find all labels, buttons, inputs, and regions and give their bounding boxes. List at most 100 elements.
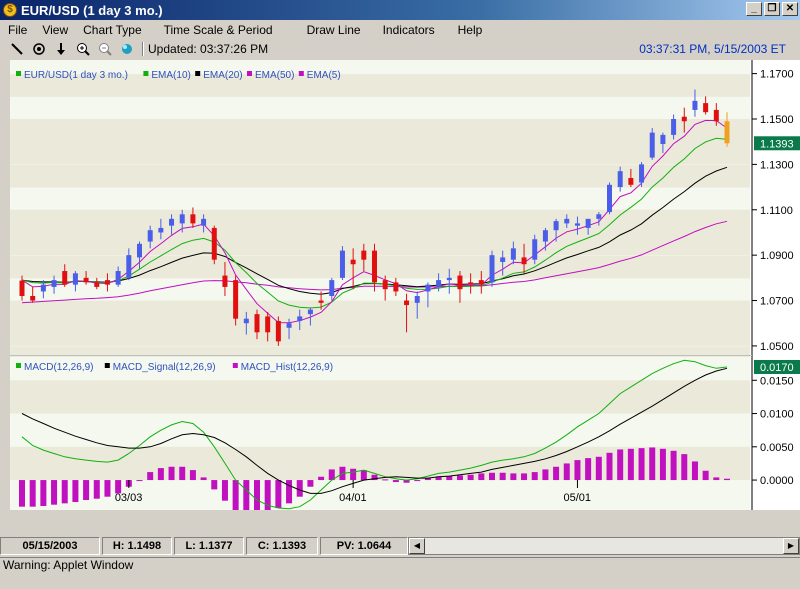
candle-body bbox=[243, 318, 249, 324]
macd-legend-swatch bbox=[232, 363, 238, 368]
menu-draw-line[interactable]: Draw Line bbox=[273, 23, 361, 37]
candle-body bbox=[564, 218, 570, 224]
macd-hist-bar bbox=[392, 480, 399, 483]
macd-hist-bar bbox=[232, 480, 239, 510]
candle-body bbox=[542, 230, 548, 242]
candle-body bbox=[382, 280, 388, 290]
candle-body bbox=[372, 250, 377, 283]
globe-icon[interactable] bbox=[116, 41, 138, 57]
horizontal-scrollbar[interactable]: ◀ ▶ bbox=[408, 537, 800, 555]
draw-line-icon[interactable] bbox=[6, 41, 28, 57]
candle-body bbox=[201, 218, 207, 226]
macd-hist-bar bbox=[478, 473, 485, 481]
scroll-right-button[interactable]: ▶ bbox=[783, 538, 799, 554]
macd-hist-bar bbox=[93, 480, 100, 499]
chart-svg[interactable]: 1.1700 1.1500 1.1300 1.1100 1.0900 1.0700 1.05… bbox=[10, 60, 800, 515]
candle-body bbox=[607, 184, 612, 213]
candle-body bbox=[510, 248, 516, 260]
macd-hist-bar bbox=[724, 478, 730, 481]
macd-hist-bar bbox=[681, 454, 688, 481]
macd-hist-bar bbox=[414, 480, 421, 482]
maximize-button[interactable]: ❐ bbox=[764, 2, 780, 16]
macd-hist-bar bbox=[553, 466, 560, 481]
candle-body bbox=[532, 239, 538, 260]
macd-hist-bar bbox=[489, 472, 495, 481]
last-macd-label: 0.0170 bbox=[760, 362, 794, 374]
macd-hist-bar bbox=[606, 452, 613, 481]
macd-hist-bar bbox=[254, 480, 260, 515]
macd-hist-bar bbox=[168, 466, 175, 481]
price-band bbox=[10, 300, 750, 346]
macd-hist-bar bbox=[243, 480, 250, 514]
legend-swatch bbox=[247, 71, 252, 76]
close-button[interactable]: ✕ bbox=[782, 2, 798, 16]
macd-legend-label: MACD_Hist(12,26,9) bbox=[241, 362, 333, 373]
applet-warning: Warning: Applet Window bbox=[0, 557, 800, 573]
macd-hist-bar bbox=[627, 448, 634, 481]
candle-body bbox=[703, 103, 709, 113]
scroll-left-button[interactable]: ◀ bbox=[409, 538, 425, 554]
macd-hist-bar bbox=[318, 476, 325, 481]
macd-hist-bar bbox=[670, 450, 677, 481]
zoom-out-icon[interactable] bbox=[94, 41, 116, 57]
candle-body bbox=[414, 296, 420, 303]
macd-hist-bar bbox=[499, 472, 506, 481]
candle-body bbox=[62, 271, 68, 285]
menu-indicators[interactable]: Indicators bbox=[361, 23, 435, 37]
candle-body bbox=[158, 227, 164, 233]
zoom-in-icon[interactable] bbox=[72, 41, 94, 57]
macd-hist-bar bbox=[51, 480, 58, 505]
app-icon: $ bbox=[3, 3, 17, 17]
macd-hist-bar bbox=[595, 456, 602, 481]
candle-body bbox=[233, 280, 239, 319]
crosshair-icon[interactable] bbox=[28, 41, 50, 57]
candle-body bbox=[51, 280, 57, 287]
legend-label: EMA(5) bbox=[307, 70, 341, 81]
candle-body bbox=[574, 223, 580, 226]
macd-hist-bar bbox=[136, 480, 143, 482]
macd-hist-bar bbox=[659, 448, 666, 481]
price-tick-label: 1.0900 bbox=[760, 250, 794, 262]
menu-time-scale[interactable]: Time Scale & Period bbox=[142, 23, 273, 37]
macd-hist-bar bbox=[40, 480, 47, 507]
x-tick-label: 05/01 bbox=[563, 492, 591, 504]
macd-hist-bar bbox=[350, 468, 357, 481]
candle-body bbox=[104, 280, 110, 285]
menu-chart-type[interactable]: Chart Type bbox=[68, 23, 141, 37]
candle-body bbox=[628, 178, 634, 185]
candle-body bbox=[393, 282, 399, 292]
price-band bbox=[10, 119, 750, 165]
candle-body bbox=[404, 300, 410, 306]
chart-area[interactable]: 1.1700 1.1500 1.1300 1.1100 1.0900 1.0700 1.05… bbox=[10, 60, 800, 515]
status-pv: PV: 1.0644 bbox=[320, 537, 408, 555]
macd-hist-bar bbox=[19, 480, 25, 507]
candle-body bbox=[671, 119, 677, 135]
candle-body bbox=[692, 100, 698, 110]
macd-hist-bar bbox=[510, 473, 517, 481]
macd-hist-bar bbox=[104, 480, 111, 497]
candle-body bbox=[286, 323, 292, 328]
status-close: C: 1.1393 bbox=[246, 537, 318, 555]
macd-hist-bar bbox=[574, 460, 581, 481]
window-title: EUR/USD (1 day 3 mo.) bbox=[21, 2, 163, 18]
macd-hist-bar bbox=[147, 472, 154, 481]
candle-body bbox=[489, 255, 495, 283]
legend-label: EMA(50) bbox=[255, 70, 294, 81]
minimize-button[interactable]: _ bbox=[746, 2, 762, 16]
menu-view[interactable]: View bbox=[27, 23, 68, 37]
down-arrow-icon[interactable] bbox=[50, 41, 72, 57]
macd-legend-label: MACD_Signal(12,26,9) bbox=[113, 362, 216, 373]
candle-body bbox=[169, 218, 175, 226]
menu-help[interactable]: Help bbox=[435, 23, 483, 37]
candle-body bbox=[254, 314, 260, 333]
candle-body bbox=[19, 280, 25, 296]
candle-body bbox=[339, 250, 345, 278]
candle-body bbox=[318, 300, 324, 303]
candle-body bbox=[211, 227, 217, 260]
candle-body bbox=[639, 164, 645, 183]
candle-body bbox=[147, 230, 153, 242]
macd-tick-label: 0.0100 bbox=[760, 409, 794, 421]
candle-body bbox=[500, 257, 506, 262]
macd-hist-bar bbox=[563, 463, 570, 481]
menu-file[interactable]: File bbox=[0, 23, 27, 37]
